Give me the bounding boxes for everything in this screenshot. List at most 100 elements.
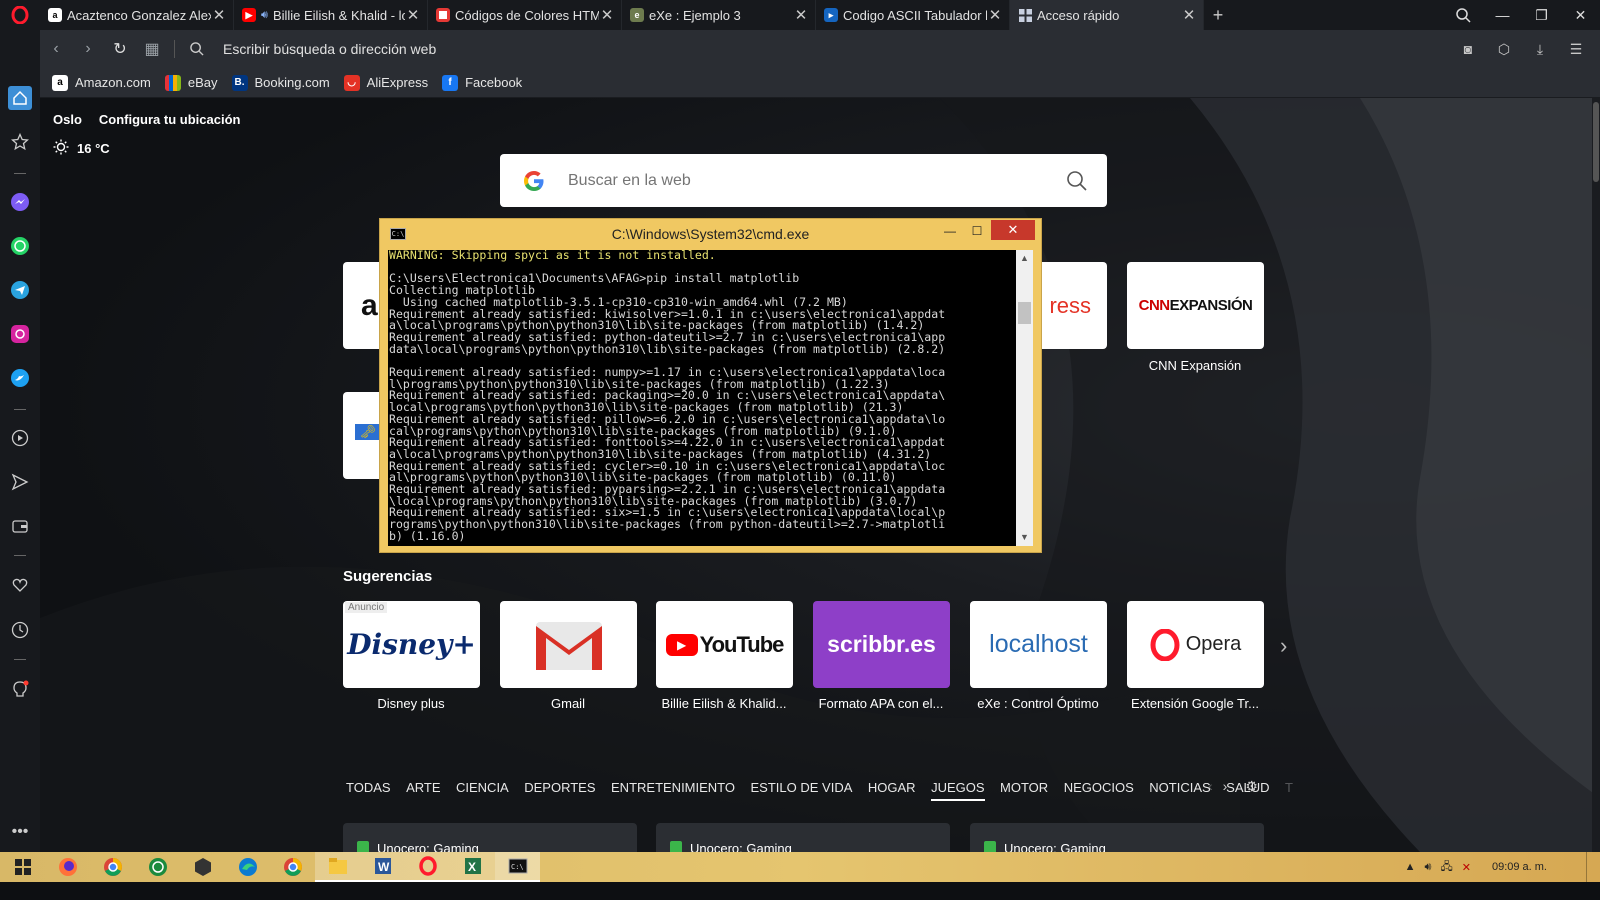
audio-icon[interactable]: 🔊︎ xyxy=(261,9,268,22)
category-tab[interactable]: HOGAR xyxy=(868,780,916,801)
bookmarks-star-icon[interactable] xyxy=(8,130,32,154)
category-tab[interactable]: ESTILO DE VIDA xyxy=(751,780,853,801)
bookmark-ebay[interactable]: eBay xyxy=(164,74,218,91)
close-tab-icon[interactable]: ✕ xyxy=(793,6,809,24)
excel-icon[interactable]: X xyxy=(450,852,495,882)
minimize-icon[interactable]: — xyxy=(1483,0,1522,30)
speed-dial-tile-cnn[interactable]: CNNEXPANSIÓN xyxy=(1127,262,1264,349)
close-tab-icon[interactable]: ✕ xyxy=(987,6,1003,24)
category-tab[interactable]: NEGOCIOS xyxy=(1064,780,1134,801)
chevron-left-icon[interactable]: ‹ xyxy=(1208,778,1213,795)
network-icon[interactable]: 🖧︎ xyxy=(1440,858,1452,877)
gear-icon[interactable]: ⚙ xyxy=(1245,778,1258,795)
forward-icon[interactable]: › xyxy=(72,30,104,68)
twitter-icon[interactable] xyxy=(8,366,32,390)
close-tab-icon[interactable]: ✕ xyxy=(599,6,615,24)
category-tab[interactable]: ARTE xyxy=(406,780,440,801)
configure-location-link[interactable]: Configura tu ubicación xyxy=(99,112,241,127)
volume-icon[interactable]: 🔊︎ xyxy=(1425,861,1432,874)
extensions-icon[interactable]: ⬡ xyxy=(1490,41,1518,58)
search-icon[interactable] xyxy=(1047,170,1107,192)
history-clock-icon[interactable] xyxy=(8,618,32,642)
home-icon[interactable] xyxy=(8,86,32,110)
player-icon[interactable] xyxy=(8,426,32,450)
download-icon[interactable]: ⤓ xyxy=(1526,41,1554,58)
tab-search-icon[interactable] xyxy=(1444,0,1483,30)
tab[interactable]: Códigos de Colores HTML ✕ xyxy=(428,0,622,30)
chevron-right-icon[interactable]: › xyxy=(1280,633,1287,659)
scrollbar-thumb[interactable] xyxy=(1593,102,1599,182)
cmd-titlebar[interactable]: C:\ C:\Windows\System32\cmd.exe — ☐ ✕ xyxy=(380,219,1041,249)
more-icon[interactable]: ••• xyxy=(8,820,32,844)
category-tab[interactable]: DEPORTES xyxy=(524,780,595,801)
chevron-up-icon[interactable]: ▲ xyxy=(1405,861,1416,873)
tab-active[interactable]: Acceso rápido ✕ xyxy=(1010,0,1204,30)
category-tab-active[interactable]: JUEGOS xyxy=(931,780,985,801)
firefox-icon[interactable] xyxy=(45,852,90,882)
heart-icon[interactable] xyxy=(8,573,32,597)
bookmark-amazon[interactable]: a Amazon.com xyxy=(52,74,151,91)
weather-city[interactable]: Oslo xyxy=(53,112,82,127)
app-icon[interactable] xyxy=(180,852,225,882)
cmd-scrollbar[interactable]: ▲ ▼ xyxy=(1016,250,1033,546)
cmd-window[interactable]: C:\ C:\Windows\System32\cmd.exe — ☐ ✕ WA… xyxy=(379,218,1042,553)
cmd-console-output[interactable]: WARNING: Skipping spyci as it is not ins… xyxy=(388,250,1016,546)
opera-icon[interactable] xyxy=(405,852,450,882)
maximize-icon[interactable]: ☐ xyxy=(964,221,990,241)
category-tab[interactable]: NOTICIAS xyxy=(1149,780,1210,801)
lightbulb-icon[interactable] xyxy=(8,678,32,702)
telegram-icon[interactable] xyxy=(8,278,32,302)
messenger-icon[interactable] xyxy=(8,190,32,214)
power-icon[interactable]: ✕ xyxy=(1462,861,1471,874)
tab[interactable]: a Acaztenco Gonzalez Alexis ✕ xyxy=(40,0,234,30)
tab-grid-icon[interactable]: ▦ xyxy=(136,30,168,68)
tab[interactable]: ▸ Codigo ASCII Tabulador ho ✕ xyxy=(816,0,1010,30)
whatsapp-icon[interactable] xyxy=(8,234,32,258)
chevron-right-icon[interactable]: › xyxy=(1223,778,1228,795)
reload-icon[interactable]: ↻ xyxy=(104,30,136,68)
easy-setup-icon[interactable]: ☰ xyxy=(1562,41,1590,58)
bookmark-facebook[interactable]: f Facebook xyxy=(442,74,522,91)
close-tab-icon[interactable]: ✕ xyxy=(405,6,421,24)
close-window-icon[interactable]: ✕ xyxy=(1561,0,1600,30)
address-input[interactable]: Escribir búsqueda o dirección web xyxy=(223,41,1454,57)
page-scrollbar[interactable] xyxy=(1592,98,1600,872)
category-tab[interactable]: ENTRETENIMIENTO xyxy=(611,780,735,801)
category-tab[interactable]: T xyxy=(1285,780,1293,801)
suggestion-tile-localhost[interactable]: localhost xyxy=(970,601,1107,688)
restore-icon[interactable]: ❐ xyxy=(1522,0,1561,30)
suggestion-tile-disney[interactable]: Anuncio Disney+ xyxy=(343,601,480,688)
new-tab-button[interactable]: + xyxy=(1204,0,1232,30)
tab[interactable]: ▶ 🔊︎ Billie Eilish & Khalid - lo ✕ xyxy=(234,0,428,30)
bookmark-booking[interactable]: B. Booking.com xyxy=(231,74,330,91)
snapshot-icon[interactable]: ◙ xyxy=(1454,41,1482,58)
minimize-icon[interactable]: — xyxy=(937,221,963,241)
scrollbar-thumb[interactable] xyxy=(1018,302,1031,324)
scroll-down-icon[interactable]: ▼ xyxy=(1016,529,1033,546)
instagram-icon[interactable] xyxy=(8,322,32,346)
edge-icon[interactable] xyxy=(225,852,270,882)
close-tab-icon[interactable]: ✕ xyxy=(211,6,227,24)
chrome-icon[interactable] xyxy=(90,852,135,882)
back-icon[interactable]: ‹ xyxy=(40,30,72,68)
cmd-icon[interactable]: C:\ xyxy=(495,852,540,882)
category-tab[interactable]: CIENCIA xyxy=(456,780,509,801)
show-desktop-button[interactable] xyxy=(1586,852,1590,882)
scroll-up-icon[interactable]: ▲ xyxy=(1016,250,1033,267)
clock[interactable]: 09:09 a. m. xyxy=(1492,861,1547,873)
category-tab[interactable]: TODAS xyxy=(346,780,391,801)
chrome-icon[interactable] xyxy=(270,852,315,882)
suggestion-tile-youtube[interactable]: ▶ YouTube xyxy=(656,601,793,688)
whatsapp-icon[interactable] xyxy=(135,852,180,882)
send-icon[interactable] xyxy=(8,470,32,494)
tab[interactable]: e eXe : Ejemplo 3 ✕ xyxy=(622,0,816,30)
suggestion-tile-gmail[interactable] xyxy=(500,601,637,688)
file-explorer-icon[interactable] xyxy=(315,852,360,882)
start-icon[interactable] xyxy=(0,852,45,882)
wallet-icon[interactable] xyxy=(8,514,32,538)
word-icon[interactable]: W xyxy=(360,852,405,882)
bookmark-aliexpress[interactable]: ◡ AliExpress xyxy=(343,74,428,91)
opera-menu-icon[interactable] xyxy=(0,0,40,30)
close-tab-icon[interactable]: ✕ xyxy=(1181,6,1197,24)
suggestion-tile-scribbr[interactable]: scribbr.es xyxy=(813,601,950,688)
